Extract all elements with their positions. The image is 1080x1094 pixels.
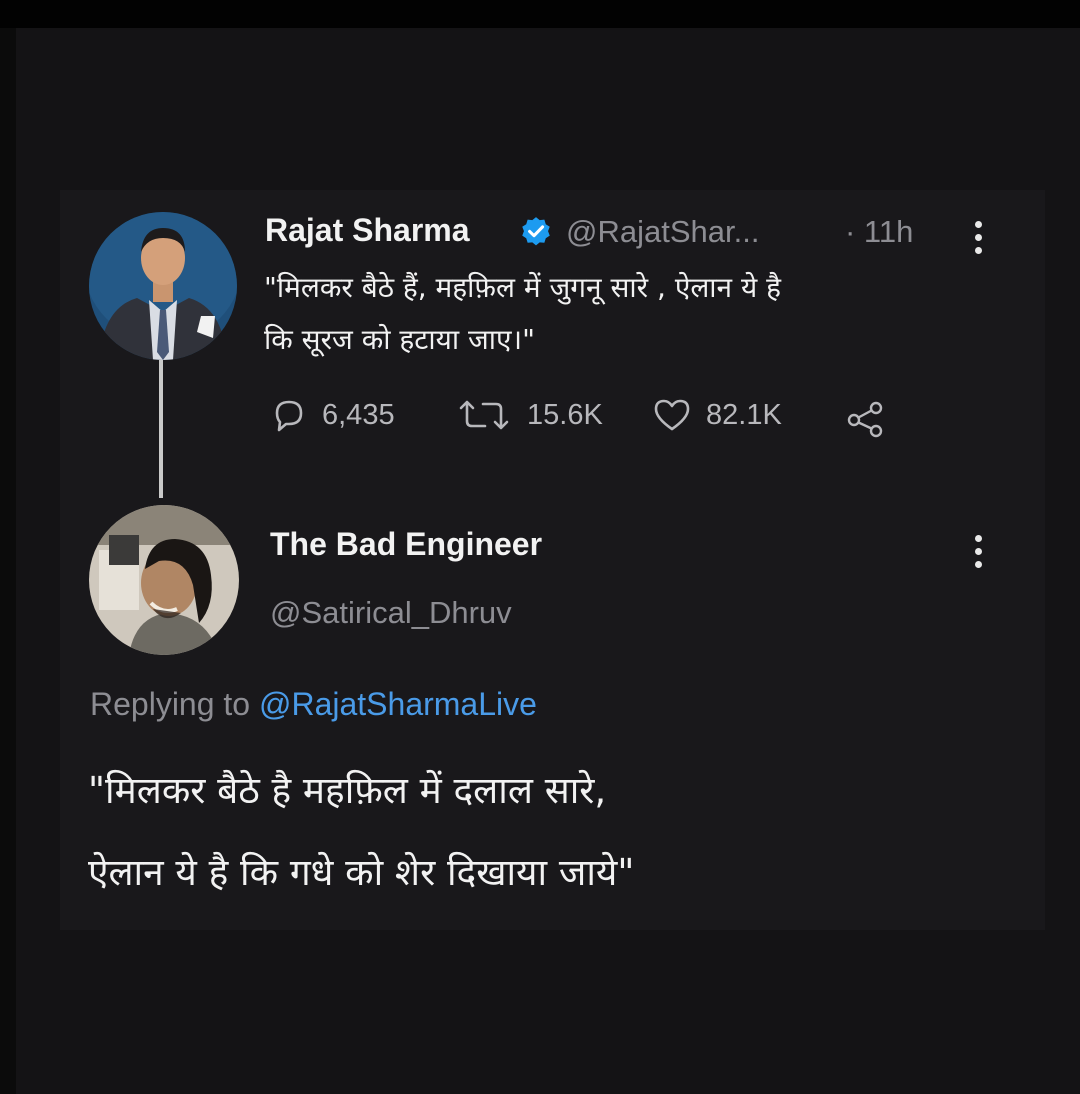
retweet-count: 15.6K <box>527 398 603 431</box>
original-author-name[interactable]: Rajat Sharma <box>265 212 470 249</box>
tweet-timestamp[interactable]: · 11h <box>845 214 913 250</box>
thread-connector-line <box>159 360 163 498</box>
like-count: 82.1K <box>706 398 782 431</box>
replying-to-mention-link[interactable]: @RajatSharmaLive <box>259 686 537 722</box>
original-author-handle[interactable]: @RajatShar... <box>566 214 759 250</box>
verified-badge-icon <box>522 217 550 246</box>
reply-action[interactable]: 6,435 <box>270 393 395 437</box>
reply-author-name[interactable]: The Bad Engineer <box>270 526 542 563</box>
share-icon[interactable] <box>845 400 887 438</box>
like-action[interactable]: 82.1K <box>652 393 782 437</box>
retweet-action[interactable]: 15.6K <box>455 393 603 437</box>
reply-tweet-text: "मिलकर बैठे है महफ़िल में दलाल सारे, ऐला… <box>88 750 634 914</box>
reply-tweet-line-1: "मिलकर बैठे है महफ़िल में दलाल सारे, <box>88 769 607 812</box>
reply-author-handle[interactable]: @Satirical_Dhruv <box>270 595 512 631</box>
replying-to-line: Replying to @RajatSharmaLive <box>90 686 537 723</box>
original-tweet-text: "मिलकर बैठे हैं, महफ़िल में जुगनू सारे ,… <box>264 262 781 366</box>
like-icon <box>654 399 690 431</box>
the-bad-engineer-avatar[interactable] <box>89 505 239 655</box>
reply-count: 6,435 <box>322 398 395 431</box>
more-options-icon[interactable] <box>975 221 983 260</box>
original-tweet-line-1: "मिलकर बैठे हैं, महफ़िल में जुगनू सारे ,… <box>264 271 782 304</box>
replying-to-label: Replying to <box>90 686 251 722</box>
rajat-sharma-avatar[interactable] <box>89 212 237 360</box>
reply-icon <box>275 400 303 432</box>
more-options-icon[interactable] <box>975 535 983 574</box>
retweet-icon <box>459 400 509 430</box>
top-black-bar <box>0 0 1080 28</box>
original-tweet-line-2: कि सूरज को हटाया जाए।" <box>264 323 535 356</box>
reply-tweet-line-2: ऐलान ये है कि गधे को शेर दिखाया जाये" <box>88 851 635 894</box>
